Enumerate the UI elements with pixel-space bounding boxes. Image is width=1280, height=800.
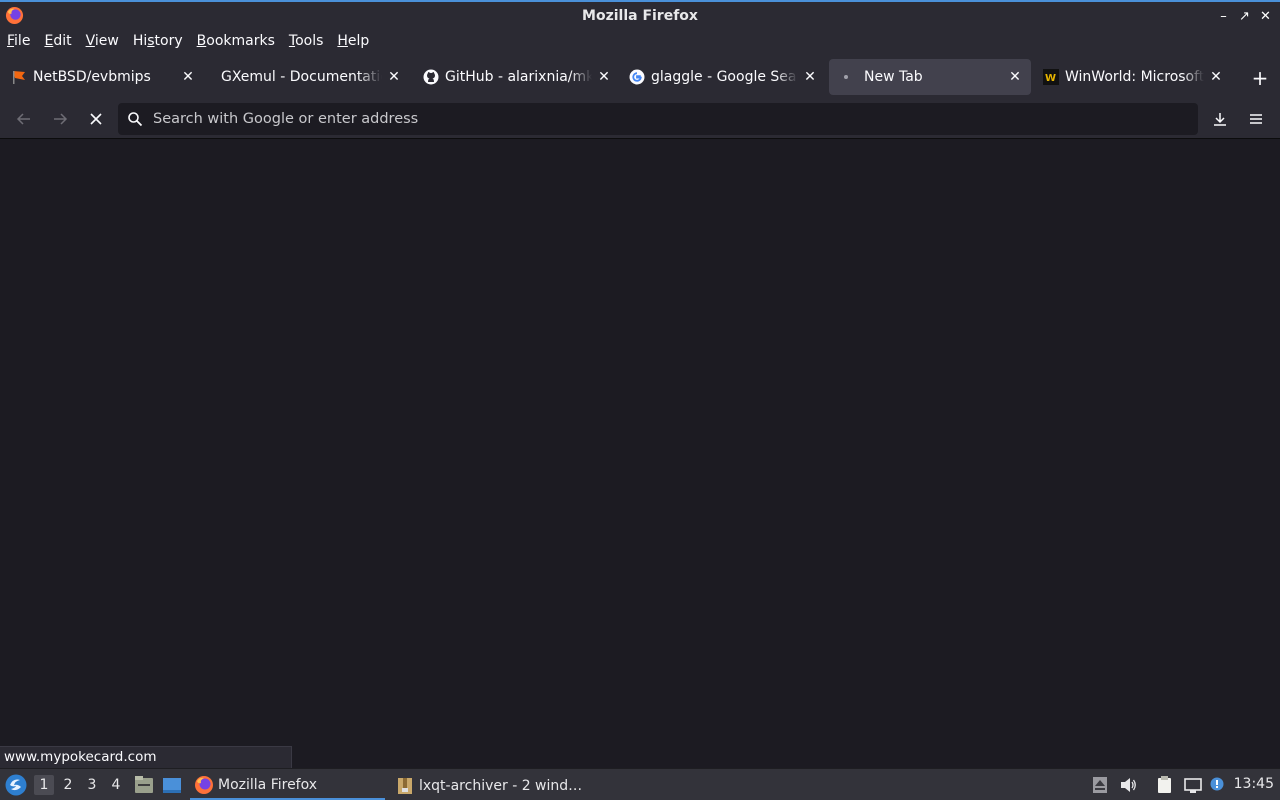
url-bar[interactable]	[118, 103, 1198, 135]
close-tab-icon[interactable]: ✕	[386, 69, 402, 85]
show-desktop-icon[interactable]	[161, 774, 183, 796]
close-tab-icon[interactable]: ✕	[802, 69, 818, 85]
menu-file[interactable]: File	[2, 33, 35, 49]
tab-label: NetBSD/evbmips	[33, 69, 151, 85]
clipboard-icon[interactable]	[1155, 775, 1175, 795]
network-icon[interactable]	[1183, 775, 1203, 795]
tab-strip: NetBSD/evbmips ✕ GXemul - Documentation …	[0, 53, 1280, 99]
tab-netbsd[interactable]: NetBSD/evbmips ✕	[2, 59, 204, 95]
firefox-icon	[5, 6, 24, 25]
close-window-button[interactable]: ✕	[1255, 6, 1276, 26]
tab-github[interactable]: GitHub - alarixnia/mkimg ✕	[414, 59, 620, 95]
eject-icon[interactable]	[1090, 775, 1110, 795]
close-tab-icon[interactable]: ✕	[180, 69, 196, 85]
window-titlebar: Mozilla Firefox – ↗ ✕	[0, 0, 1280, 29]
task-label: Mozilla Firefox	[218, 776, 318, 793]
hamburger-menu-icon	[1250, 114, 1262, 124]
desktop-1-button[interactable]: 1	[34, 775, 54, 795]
arrow-right-icon	[54, 113, 68, 125]
start-menu-icon[interactable]	[4, 773, 28, 797]
task-firefox[interactable]: Mozilla Firefox	[190, 771, 385, 800]
back-button[interactable]	[10, 105, 38, 133]
page-content[interactable]	[0, 140, 1280, 768]
loading-dot-icon	[838, 69, 854, 85]
close-tab-icon[interactable]: ✕	[1007, 69, 1023, 85]
app-menu-button[interactable]	[1242, 105, 1270, 133]
archive-icon	[398, 777, 412, 794]
menu-edit[interactable]: Edit	[39, 33, 76, 49]
task-lxqt-archiver[interactable]: lxqt-archiver - 2 wind…	[391, 771, 586, 800]
plus-icon: +	[1251, 66, 1269, 90]
stop-x-icon	[90, 113, 102, 125]
tab-new-tab[interactable]: New Tab ✕	[829, 59, 1031, 95]
minimize-button[interactable]: –	[1213, 6, 1234, 26]
volume-icon[interactable]	[1118, 775, 1138, 795]
close-tab-icon[interactable]: ✕	[596, 69, 612, 85]
menu-help[interactable]: Help	[332, 33, 374, 49]
desktop-3-button[interactable]: 3	[82, 775, 102, 795]
menu-view[interactable]: View	[81, 33, 124, 49]
arrow-left-icon	[16, 113, 30, 125]
downloads-button[interactable]	[1206, 105, 1234, 133]
netbsd-flag-icon	[11, 69, 27, 85]
status-url: www.mypokecard.com	[0, 746, 292, 768]
tab-label: GXemul - Documentation	[221, 69, 382, 85]
task-label: lxqt-archiver - 2 wind…	[419, 777, 583, 794]
tab-label: New Tab	[864, 69, 923, 85]
winworld-icon: W	[1043, 69, 1059, 85]
navigation-toolbar	[0, 99, 1280, 139]
google-icon	[629, 69, 645, 85]
menu-history[interactable]: History	[128, 33, 188, 49]
window-title: Mozilla Firefox	[582, 7, 698, 24]
file-manager-icon[interactable]	[133, 774, 155, 796]
taskbar: 1 2 3 4 Mozilla Firefox lxqt-archiver - …	[0, 768, 1280, 800]
tab-google-search[interactable]: glaggle - Google Search ✕	[620, 59, 826, 95]
desktop-2-button[interactable]: 2	[58, 775, 78, 795]
stop-button[interactable]	[82, 105, 110, 133]
menubar: File Edit View History Bookmarks Tools H…	[0, 29, 1280, 53]
svg-text:W: W	[1045, 73, 1056, 84]
url-input[interactable]	[153, 111, 1053, 127]
github-icon	[423, 69, 439, 85]
tab-label: GitHub - alarixnia/mkimg	[445, 69, 592, 85]
forward-button[interactable]	[46, 105, 74, 133]
menu-tools[interactable]: Tools	[284, 33, 329, 49]
tab-winworld[interactable]: W WinWorld: Microsoft Windows ✕	[1034, 59, 1232, 95]
firefox-icon	[195, 775, 213, 794]
menu-bookmarks[interactable]: Bookmarks	[192, 33, 280, 49]
notification-icon[interactable]	[1207, 775, 1227, 795]
tab-label: glaggle - Google Search	[651, 69, 798, 85]
tab-gxemul[interactable]: GXemul - Documentation ✕	[204, 59, 410, 95]
desktop-4-button[interactable]: 4	[106, 775, 126, 795]
blank-favicon-icon	[213, 69, 217, 85]
close-tab-icon[interactable]: ✕	[1208, 69, 1224, 85]
search-icon	[128, 112, 143, 127]
download-icon	[1214, 113, 1226, 126]
clock[interactable]: 13:45	[1234, 776, 1274, 792]
maximize-button[interactable]: ↗	[1234, 6, 1255, 26]
new-tab-button[interactable]: +	[1248, 66, 1272, 90]
tab-label: WinWorld: Microsoft Windows	[1065, 69, 1204, 85]
